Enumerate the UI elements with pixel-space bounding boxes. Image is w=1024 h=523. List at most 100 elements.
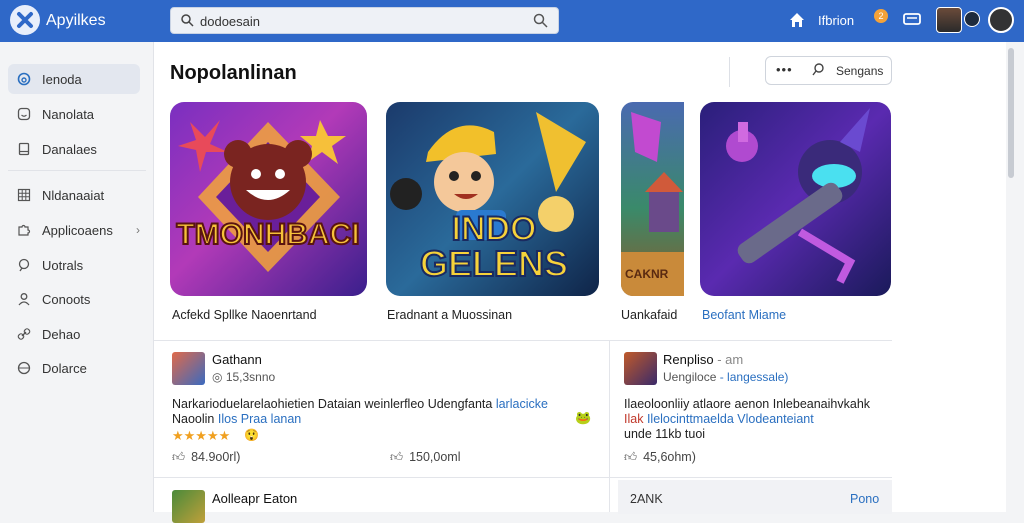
sidebar-item-dehao[interactable]: Dehao [8,319,140,349]
game-card-2[interactable]: INDO GELENS [386,102,599,296]
scrollbar-thumb[interactable] [1008,48,1014,178]
post-author-suffix: - am [717,352,744,367]
post-text: unde 11kb tuoi [624,427,706,441]
game-art-image: TMONHBACI [175,120,361,272]
post-author[interactable]: Gathann [212,352,262,367]
sidebar-item-label: Dehao [42,326,81,342]
game-art-image [726,108,870,284]
sidebar-item-nanolata[interactable]: Nanolata [8,99,140,129]
thumbs-up-icon: 👍︎ [172,450,186,464]
sidebar-item-danalaes[interactable]: Danalaes [8,134,140,164]
grid-icon [16,187,32,203]
link-icon [16,326,32,342]
card-title[interactable]: Uankafaid [621,308,677,322]
status-icon[interactable] [964,11,980,27]
sidebar-item-nldanaaiat[interactable]: Nldanaaiat [8,180,140,210]
profile-avatar[interactable] [988,7,1014,33]
filter-button[interactable]: ••• Sengans [765,56,892,85]
game-art-image: INDO GELENS [390,112,586,285]
post-link[interactable]: Ilos Praa lanan [218,412,301,426]
footer-label: 2ANK [630,492,663,506]
sidebar-item-conoots[interactable]: Conoots [8,284,140,314]
footer-link[interactable]: Pono [850,492,879,506]
card-art-text: CAKNR [625,267,669,281]
emoji-icon: 🐸 [575,410,592,425]
sidebar-item-label: Dolarce [42,360,87,376]
post-text: Narkarioduelarelaohietien Dataian weinle… [172,397,496,411]
post-body: Narkarioduelarelaohietien Dataian weinle… [172,397,592,427]
post-author[interactable]: Renpliso - am [663,352,743,367]
sidebar-item-uotrals[interactable]: Uotrals [8,250,140,280]
post-text: Ilaeoloonliiy atlaore aenon Inlebeanaihv… [624,397,871,411]
thumbs-up-icon: 👍︎ [624,450,638,464]
divider [609,477,892,478]
card-art-text: GELENS [420,243,568,284]
like-count-text: 45,6ohm) [643,450,696,464]
game-card-3[interactable]: CAKNR [621,102,684,296]
avatar[interactable] [624,352,657,385]
sidebar-item-label: Uotrals [42,257,84,273]
puzzle-icon [16,222,32,238]
nav-link-label[interactable]: Ifbrion [818,13,854,28]
sidebar-item-ienoda[interactable]: Ienoda [8,64,140,94]
search-icon [812,63,825,79]
pin-icon [16,257,32,273]
emoji-icon: 😲 [244,428,259,442]
app-logo-icon[interactable] [10,5,40,35]
sidebar: Ienoda Nanolata Danalaes Nldanaaiat Appl… [0,42,154,512]
divider [609,340,610,512]
avatar[interactable] [172,490,205,523]
card-title[interactable]: Beofant Miame [702,308,786,322]
home-icon[interactable] [789,12,805,33]
post-text: Ilak [624,412,647,426]
search-box[interactable]: dodoesain [170,7,559,34]
sidebar-item-label: Danalaes [42,141,97,157]
globe-icon [16,360,32,376]
divider [154,340,892,341]
sidebar-item-applicoaens[interactable]: Applicoaens › [8,215,140,245]
post-meta-text: Uengiloce [663,370,717,384]
search-submit-icon[interactable] [533,13,548,33]
page-title: Nopolanlinan [170,62,297,84]
post-author-name: Renpliso [663,352,714,367]
app-title: Apyilkes [46,12,106,29]
sidebar-item-label: Nanolata [42,106,95,122]
chevron-right-icon: › [136,223,140,237]
circle-icon [16,71,32,87]
user-avatar[interactable] [936,7,962,33]
top-bar: Apyilkes dodoesain Ifbrion 2 [0,0,1024,42]
like-count[interactable]: 👍︎ 45,6ohm) [624,450,696,465]
like-count-text: 150,0oml [409,450,461,464]
post-meta: Uengiloce - langessale) [663,370,788,384]
card-title[interactable]: Acfekd Spllke Naoenrtand [172,308,317,322]
sidebar-item-label: Applicoaens [42,222,113,238]
sidebar-item-label: Nldanaaiat [42,187,105,203]
sidebar-item-dolarce[interactable]: Dolarce [8,353,140,383]
game-card-4[interactable] [700,102,891,296]
filter-label: Sengans [836,64,884,78]
like-count[interactable]: 👍︎ 84.9o0rl) [172,450,240,465]
notification-badge[interactable]: 2 [874,9,888,23]
person-icon [16,291,32,307]
game-card-1[interactable]: TMONHBACI [170,102,367,296]
card-title[interactable]: Eradnant a Muossinan [387,308,512,322]
post-author[interactable]: Aolleapr Eaton [212,491,297,506]
post-meta-link[interactable]: - langessale) [720,370,789,384]
globe-icon: ◎ [212,370,223,384]
avatar[interactable] [172,352,205,385]
post-text: Naoolin [172,412,218,426]
post-link[interactable]: larlacicke [496,397,548,411]
divider [729,57,730,87]
document-icon [16,141,32,157]
message-icon[interactable] [903,12,921,33]
card-art-text: TMONHBACI [176,218,359,251]
search-input[interactable]: dodoesain [200,14,260,29]
thumbs-up-icon: 👍︎ [390,450,404,464]
main-content: Nopolanlinan ••• Sengans TMONHBACI Acfek… [154,42,1006,523]
like-count-text: 84.9o0rl) [191,450,241,464]
post-link[interactable]: Ilelocinttmaelda Vlodeanteiant [647,412,814,426]
like-count[interactable]: 👍︎ 150,0oml [390,450,461,465]
game-art-image: CAKNR [621,112,684,296]
divider [154,477,609,478]
sidebar-item-label: Ienoda [42,71,82,87]
